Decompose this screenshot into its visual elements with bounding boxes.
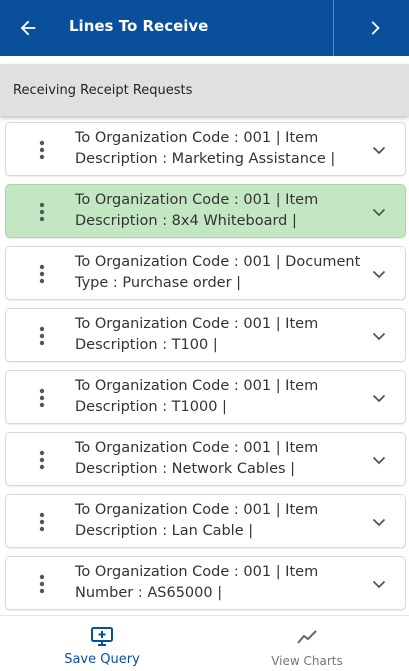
list-item-line2: Type : Purchase order | — [75, 275, 242, 291]
more-options-icon[interactable] — [28, 131, 56, 169]
list-item-text: To Organization Code : 001 | Item Descri… — [75, 500, 365, 542]
chevron-down-icon[interactable] — [366, 571, 392, 597]
list-item[interactable]: To Organization Code : 001 | Item Number… — [5, 556, 406, 610]
bottom-nav: Save Query View Charts — [0, 615, 409, 671]
list-item-text: To Organization Code : 001 | Item Descri… — [75, 128, 365, 170]
list-item-line1: To Organization Code : 001 | Item — [75, 316, 319, 332]
more-options-icon[interactable] — [28, 193, 56, 231]
more-options-icon[interactable] — [28, 379, 56, 417]
list-item-text: To Organization Code : 001 | Item Descri… — [75, 376, 365, 418]
page-title: Lines To Receive — [69, 17, 209, 35]
section-title: Receiving Receipt Requests — [0, 64, 409, 116]
save-query-button[interactable]: Save Query — [0, 616, 204, 671]
chevron-down-icon[interactable] — [366, 509, 392, 535]
chevron-right-icon — [371, 21, 380, 35]
more-options-icon[interactable] — [28, 503, 56, 541]
list-item-line2: Description : 8x4 Whiteboard | — [75, 213, 297, 229]
list-item[interactable]: To Organization Code : 001 | Document Ty… — [5, 246, 406, 300]
chevron-down-icon[interactable] — [366, 385, 392, 411]
list-item[interactable]: To Organization Code : 001 | Item Descri… — [5, 432, 406, 486]
chevron-down-icon[interactable] — [366, 137, 392, 163]
more-options-icon[interactable] — [28, 317, 56, 355]
list-item[interactable]: To Organization Code : 001 | Item Descri… — [5, 370, 406, 424]
list-item-line2: Description : Lan Cable | — [75, 523, 254, 539]
list-item[interactable]: To Organization Code : 001 | Item Descri… — [5, 122, 406, 176]
view-charts-label: View Charts — [271, 654, 343, 668]
app-header: Lines To Receive — [0, 0, 409, 56]
more-options-icon[interactable] — [28, 255, 56, 293]
list-item-text: To Organization Code : 001 | Item Descri… — [75, 190, 365, 232]
list-item-line1: To Organization Code : 001 | Item — [75, 130, 319, 146]
list-item-line2: Number : AS65000 | — [75, 585, 223, 601]
chevron-down-icon[interactable] — [366, 261, 392, 287]
chevron-down-icon[interactable] — [366, 323, 392, 349]
line-chart-icon — [205, 626, 409, 648]
list-item-line2: Description : Marketing Assistance | — [75, 151, 336, 167]
list-item-line1: To Organization Code : 001 | Document — [75, 254, 361, 270]
list-item-line1: To Organization Code : 001 | Item — [75, 502, 319, 518]
list-item-text: To Organization Code : 001 | Item Descri… — [75, 438, 365, 480]
save-query-label: Save Query — [64, 652, 140, 667]
list-item-text: To Organization Code : 001 | Document Ty… — [75, 252, 365, 294]
list-item[interactable]: To Organization Code : 001 | Item Descri… — [5, 494, 406, 548]
more-options-icon[interactable] — [28, 441, 56, 479]
arrow-left-icon — [20, 20, 36, 36]
list-item-text: To Organization Code : 001 | Item Number… — [75, 562, 365, 604]
monitor-add-icon — [0, 626, 204, 648]
list-item-line2: Description : Network Cables | — [75, 461, 296, 477]
list-item[interactable]: To Organization Code : 001 | Item Descri… — [5, 308, 406, 362]
list-item-line1: To Organization Code : 001 | Item — [75, 192, 319, 208]
list-item-line1: To Organization Code : 001 | Item — [75, 378, 319, 394]
view-charts-button[interactable]: View Charts — [205, 616, 409, 671]
next-button[interactable] — [356, 8, 396, 48]
list-item-line2: Description : T100 | — [75, 337, 218, 353]
chevron-down-icon[interactable] — [366, 199, 392, 225]
chevron-down-icon[interactable] — [366, 447, 392, 473]
header-divider — [333, 0, 334, 56]
list-item-text: To Organization Code : 001 | Item Descri… — [75, 314, 365, 356]
back-button[interactable] — [8, 8, 48, 48]
list-item[interactable]: To Organization Code : 001 | Item Descri… — [5, 184, 406, 238]
list-item-line2: Description : T1000 | — [75, 399, 227, 415]
more-options-icon[interactable] — [28, 565, 56, 603]
list-item-line1: To Organization Code : 001 | Item — [75, 564, 319, 580]
list-item-line1: To Organization Code : 001 | Item — [75, 440, 319, 456]
